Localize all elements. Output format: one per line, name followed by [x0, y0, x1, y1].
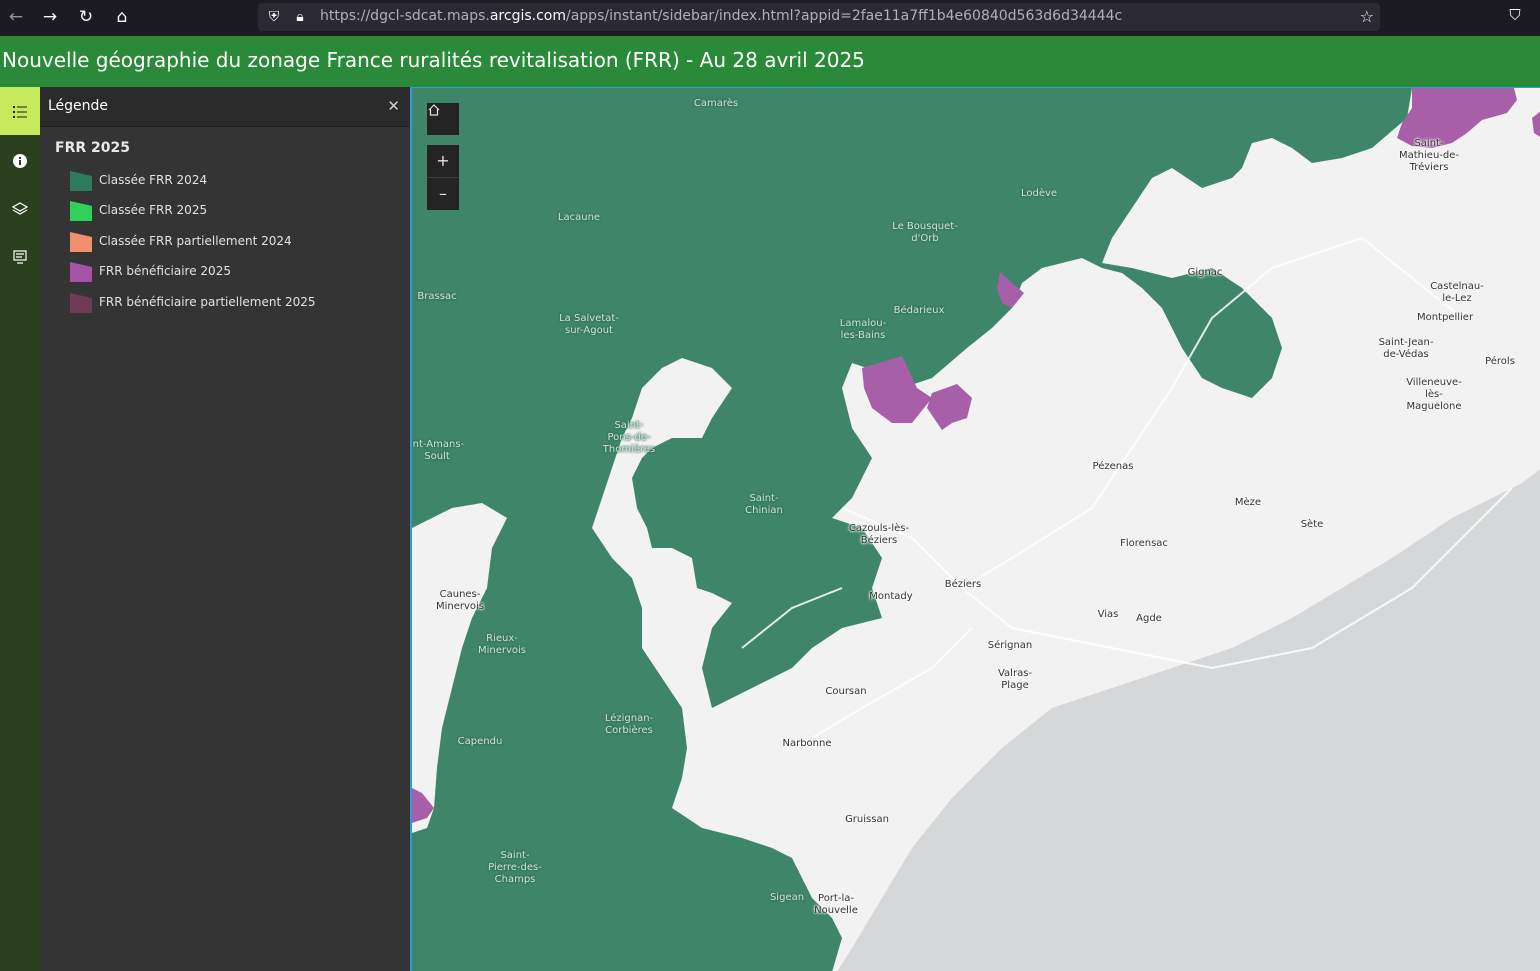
place-label: Villeneuve- lès- Maguelone: [1406, 377, 1462, 412]
place-label: Sète: [1300, 519, 1324, 530]
place-label: Saint- Chinian: [745, 493, 783, 516]
legend-item: Classée FRR partiellement 2024: [69, 231, 399, 253]
legend-item: FRR bénéficiaire 2025: [69, 261, 399, 283]
place-label: Agde: [1136, 613, 1162, 624]
legend-swatch: [70, 201, 92, 221]
pocket-icon[interactable]: ⛉: [1505, 6, 1525, 26]
zoom-out-button[interactable]: –: [427, 177, 459, 210]
place-label: Pézenas: [1092, 461, 1134, 472]
home-view-button[interactable]: [427, 103, 459, 135]
place-label: Montpellier: [1416, 312, 1474, 323]
info-icon: [13, 153, 27, 168]
place-label: La Salvetat- sur-Agout: [559, 313, 619, 336]
layers-button[interactable]: [0, 185, 40, 231]
place-label: Lacaune: [557, 212, 601, 223]
legend-layer-title: FRR 2025: [55, 140, 130, 156]
place-label: Castelnau- le-Lez: [1430, 281, 1484, 304]
legend-panel-title: Légende: [48, 98, 109, 114]
legend-panel-header: Légende ✕: [40, 87, 410, 127]
place-label: Narbonne: [782, 738, 832, 749]
legend-item: FRR bénéficiaire partiellement 2025: [69, 292, 399, 314]
place-label: Saint- Pierre-des- Champs: [488, 850, 542, 885]
url-prefix: https://dgcl-sdcat.maps.: [320, 8, 490, 24]
place-label: Mèze: [1234, 497, 1262, 508]
place-label: Sérignan: [987, 640, 1033, 651]
place-label: Cazouls-lès- Béziers: [848, 523, 910, 546]
map-view[interactable]: + – Camarès Lodève Lacaune Le Bousquet- …: [410, 87, 1540, 971]
layers-icon: [11, 201, 29, 215]
legend-item-label: FRR bénéficiaire partiellement 2025: [99, 295, 316, 309]
place-label: Lézignan- Corbières: [604, 713, 654, 736]
place-label: Florensac: [1120, 538, 1168, 549]
legend-item-label: FRR bénéficiaire 2025: [99, 264, 231, 278]
legend-panel: Légende ✕ FRR 2025 Classée FRR 2024 Clas…: [40, 87, 410, 971]
place-label: Le Bousquet- d'Orb: [892, 221, 958, 244]
list-icon: [13, 105, 27, 118]
zoom-in-button[interactable]: +: [427, 145, 459, 177]
place-label: Lamalou- les-Bains: [839, 318, 887, 341]
place-label: Bédarieux: [893, 305, 945, 316]
place-label: Vias: [1097, 609, 1119, 620]
browser-toolbar: ← → ↻ ⌂ ⛨ 🔒︎ https://dgcl-sdcat.maps.arc…: [0, 0, 1540, 34]
place-label: Valras- Plage: [997, 668, 1033, 691]
legend-item-label: Classée FRR 2025: [99, 203, 208, 217]
place-label: Saint- Mathieu-de- Tréviers: [1399, 138, 1459, 173]
forward-icon[interactable]: →: [38, 5, 62, 29]
url-text[interactable]: https://dgcl-sdcat.maps.arcgis.com/apps/…: [320, 8, 1122, 24]
lock-icon[interactable]: 🔒︎: [290, 7, 310, 27]
place-label: Port-la- Nouvelle: [814, 893, 858, 916]
url-host: arcgis.com: [489, 8, 566, 24]
place-label: Saint- Pons-de- Thomières: [602, 420, 656, 455]
place-label: Lodève: [1020, 188, 1058, 199]
legend-swatch: [70, 232, 92, 252]
home-icon: [428, 104, 440, 116]
place-label: Béziers: [944, 579, 982, 590]
basemap-icon: [13, 249, 27, 264]
url-suffix: /apps/instant/sidebar/index.html?appid=2…: [566, 8, 1123, 24]
reload-icon[interactable]: ↻: [74, 5, 98, 29]
shield-icon[interactable]: ⛨: [264, 7, 284, 27]
place-label: Camarès: [693, 98, 739, 109]
bookmark-star-icon[interactable]: ☆: [1360, 7, 1374, 26]
legend-swatch: [70, 171, 92, 191]
place-label: Montady: [869, 591, 913, 602]
legend-swatch: [70, 293, 92, 313]
place-label: Gruissan: [845, 814, 889, 825]
place-label: Capendu: [457, 736, 503, 747]
details-button[interactable]: [0, 137, 40, 183]
legend-swatch: [70, 262, 92, 282]
place-label: Saint-Jean- de-Védas: [1378, 337, 1434, 360]
legend-item: Classée FRR 2024: [69, 170, 399, 192]
place-label: Pérols: [1485, 356, 1515, 367]
basemap-button[interactable]: [0, 233, 40, 279]
back-icon[interactable]: ←: [4, 5, 28, 29]
app-title: Nouvelle géographie du zonage France rur…: [2, 48, 865, 72]
app-header: Nouvelle géographie du zonage France rur…: [0, 36, 1540, 87]
legend-item-label: Classée FRR partiellement 2024: [99, 234, 292, 248]
place-label: Sigean: [769, 892, 805, 903]
legend-item-label: Classée FRR 2024: [99, 173, 208, 187]
home-icon[interactable]: ⌂: [110, 5, 134, 29]
place-label: Brassac: [417, 291, 457, 302]
legend-button[interactable]: [0, 87, 40, 135]
action-rail: [0, 87, 40, 971]
place-label: Coursan: [825, 686, 867, 697]
place-label: int-Amans- Soult: [410, 439, 465, 462]
legend-item: Classée FRR 2025: [69, 200, 399, 222]
address-bar[interactable]: ⛨ 🔒︎ https://dgcl-sdcat.maps.arcgis.com/…: [258, 3, 1380, 31]
place-label: Caunes- Minervois: [435, 589, 485, 612]
place-label: Rieux- Minervois: [477, 633, 527, 656]
close-icon[interactable]: ✕: [387, 97, 400, 115]
place-label: Gignac: [1187, 267, 1223, 278]
